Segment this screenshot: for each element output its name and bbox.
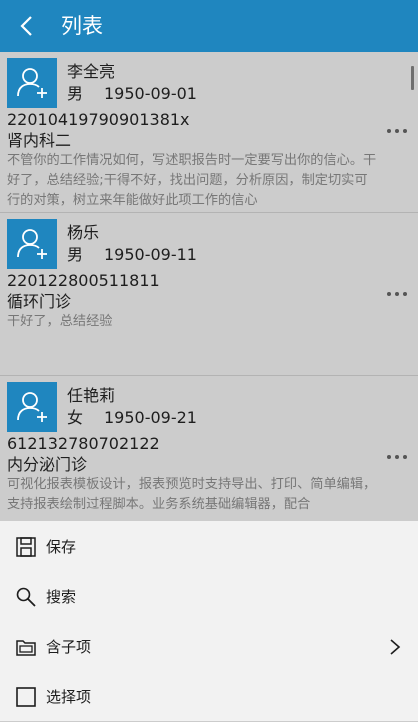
list-item[interactable]: 杨乐 男 1950-09-11 220122800511811 循环门诊 干好了… (0, 213, 418, 376)
patient-id-number: 220122800511811 (7, 271, 160, 290)
menu-label: 保存 (46, 538, 77, 556)
menu-item-search[interactable]: 搜索 (0, 572, 418, 622)
patient-department: 循环门诊 (7, 292, 72, 311)
add-user-icon (7, 382, 57, 432)
patient-notes: 不管你的工作情况如何，写述职报告时一定要写出你的信心。干好了，总结经验;干得不好… (7, 153, 377, 208)
patient-id-number: 612132780702122 (7, 434, 160, 453)
folder-icon (16, 640, 36, 656)
menu-label: 选择项 (46, 688, 92, 706)
more-options-icon[interactable] (386, 453, 408, 461)
list-item[interactable]: 李全亮 男 1950-09-01 22010419790901381x 肾内科二… (0, 52, 418, 213)
back-arrow-icon[interactable] (14, 12, 42, 40)
checkbox-icon (16, 687, 36, 707)
patient-gender: 男 (67, 245, 84, 264)
patient-name: 任艳莉 (67, 386, 116, 405)
context-menu: 保存 搜索 含子项 选择项 (0, 521, 418, 721)
patient-name: 李全亮 (67, 62, 116, 81)
more-options-icon[interactable] (386, 127, 408, 135)
list-item[interactable]: 任艳莉 女 1950-09-21 612132780702122 内分泌门诊 可… (0, 376, 418, 521)
patient-birth-date: 1950-09-11 (104, 245, 197, 264)
patient-id-number: 22010419790901381x (7, 110, 190, 129)
patient-name: 杨乐 (67, 223, 100, 242)
add-user-icon (7, 219, 57, 269)
menu-label: 含子项 (46, 638, 92, 656)
scrollbar-thumb[interactable] (411, 66, 414, 90)
record-list[interactable]: 李全亮 男 1950-09-01 22010419790901381x 肾内科二… (0, 52, 418, 521)
patient-gender: 男 (67, 84, 84, 103)
search-icon (16, 587, 36, 607)
menu-label: 搜索 (46, 588, 77, 606)
patient-gender: 女 (67, 408, 84, 427)
chevron-right-icon (390, 639, 401, 655)
patient-department: 肾内科二 (7, 131, 72, 150)
patient-birth-date: 1950-09-01 (104, 84, 197, 103)
add-user-icon (7, 58, 57, 108)
patient-birth-date: 1950-09-21 (104, 408, 197, 427)
more-options-icon[interactable] (386, 290, 408, 298)
patient-notes: 干好了，总结经验 (7, 314, 113, 329)
patient-department: 内分泌门诊 (7, 455, 88, 474)
save-icon (16, 537, 36, 557)
menu-item-select[interactable]: 选择项 (0, 672, 418, 722)
menu-item-save[interactable]: 保存 (0, 522, 418, 572)
app-header: 列表 (0, 0, 418, 52)
menu-item-with-children[interactable]: 含子项 (0, 622, 418, 672)
page-title: 列表 (61, 14, 103, 38)
patient-notes: 可视化报表模板设计，报表预览时支持导出、打印、简单编辑，支持报表绘制过程脚本。业… (7, 477, 377, 512)
